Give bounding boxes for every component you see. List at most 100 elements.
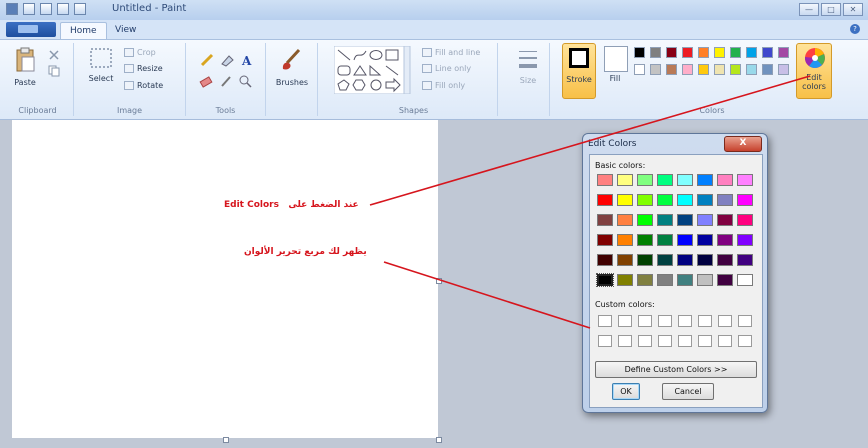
line-only-option[interactable]: Line only <box>422 64 471 73</box>
palette-swatch[interactable] <box>666 64 677 75</box>
dialog-close-button[interactable]: X <box>724 136 762 152</box>
edit-colors-button[interactable]: Edit colors <box>796 43 832 99</box>
custom-color-swatch[interactable] <box>598 335 612 347</box>
palette-swatch[interactable] <box>778 64 789 75</box>
palette-swatch[interactable] <box>714 64 725 75</box>
custom-color-swatch[interactable] <box>598 315 612 327</box>
stroke-button[interactable]: Stroke <box>562 43 596 99</box>
stroke-color-swatch <box>569 48 589 68</box>
size-button[interactable]: Size <box>512 47 544 85</box>
drawing-canvas[interactable] <box>12 120 438 438</box>
fill-only-label: Fill only <box>435 81 466 90</box>
rotate-button[interactable]: Rotate <box>124 81 163 90</box>
save-icon[interactable] <box>23 3 35 15</box>
custom-colors-grid <box>590 155 762 355</box>
custom-color-swatch[interactable] <box>618 315 632 327</box>
fill-button[interactable]: Fill <box>600 43 630 99</box>
dialog-note: يظهر لك مربع تحرير الألوان <box>244 247 367 257</box>
palette-swatch[interactable] <box>762 47 773 58</box>
clipboard-group: Paste Clipboard <box>2 43 74 116</box>
palette-swatch[interactable] <box>666 47 677 58</box>
resize-label: Resize <box>137 64 163 73</box>
paste-button[interactable]: Paste <box>8 47 42 87</box>
application-menu-button[interactable] <box>6 22 56 37</box>
fill-only-icon <box>422 81 432 90</box>
menu-icon <box>18 25 38 33</box>
restore-button[interactable]: □ <box>821 3 841 16</box>
fill-color-swatch <box>604 46 628 72</box>
size-group: Size <box>506 43 550 116</box>
tools-group: A Tools <box>186 43 266 116</box>
custom-color-swatch[interactable] <box>618 335 632 347</box>
resize-handle-corner[interactable] <box>436 437 442 443</box>
palette-swatch[interactable] <box>682 64 693 75</box>
crop-icon <box>124 48 134 57</box>
palette-swatch[interactable] <box>650 47 661 58</box>
tab-home[interactable]: Home <box>60 22 107 39</box>
customize-toolbar-icon[interactable] <box>74 3 86 15</box>
palette-swatch[interactable] <box>682 47 693 58</box>
copy-icon[interactable] <box>48 65 60 77</box>
custom-color-swatch[interactable] <box>698 335 712 347</box>
palette-swatch[interactable] <box>730 64 741 75</box>
minimize-button[interactable]: — <box>799 3 819 16</box>
define-custom-colors-button[interactable]: Define Custom Colors >> <box>595 361 757 378</box>
palette-swatch[interactable] <box>762 64 773 75</box>
brush-icon <box>282 48 301 70</box>
palette-swatch[interactable] <box>634 64 645 75</box>
custom-color-swatch[interactable] <box>738 315 752 327</box>
fill-only-option[interactable]: Fill only <box>422 81 465 90</box>
edit-colors-note-ar: عند الضغط على <box>288 200 359 210</box>
ok-button[interactable]: OK <box>612 383 640 400</box>
resize-handle-right[interactable] <box>436 278 442 284</box>
palette-swatch[interactable] <box>698 47 709 58</box>
tools-group-label: Tools <box>215 106 236 115</box>
custom-color-swatch[interactable] <box>738 335 752 347</box>
fill-label: Fill <box>609 74 621 83</box>
resize-handle-bottom[interactable] <box>223 437 229 443</box>
palette-swatch[interactable] <box>730 47 741 58</box>
custom-color-swatch[interactable] <box>698 315 712 327</box>
colors-group: Stroke Fill Edit colors Colors <box>556 43 868 116</box>
custom-color-swatch[interactable] <box>658 315 672 327</box>
palette-swatch[interactable] <box>634 47 645 58</box>
palette-swatch[interactable] <box>650 64 661 75</box>
shapes-gallery[interactable] <box>334 46 416 94</box>
help-icon[interactable]: ? <box>850 24 860 34</box>
edit-colors-note-en: Edit Colors <box>224 200 279 210</box>
edit-colors-label: Edit colors <box>802 73 826 91</box>
color-palette <box>634 43 794 99</box>
custom-color-swatch[interactable] <box>718 335 732 347</box>
outline-icon <box>422 48 432 57</box>
brushes-button[interactable]: Brushes <box>272 47 312 87</box>
custom-color-swatch[interactable] <box>678 335 692 347</box>
close-button[interactable]: ✕ <box>843 3 863 16</box>
crop-button[interactable]: Crop <box>124 48 156 57</box>
palette-swatch[interactable] <box>714 47 725 58</box>
palette-swatch[interactable] <box>746 64 757 75</box>
cut-icon[interactable] <box>48 49 60 61</box>
undo-icon[interactable] <box>40 3 52 15</box>
cancel-button[interactable]: Cancel <box>662 383 714 400</box>
paste-icon <box>16 47 35 72</box>
resize-button[interactable]: Resize <box>124 64 163 73</box>
edit-colors-note: Edit Colors عند الضغط على <box>224 200 359 210</box>
outline-button[interactable]: Fill and line <box>422 48 480 57</box>
palette-swatch[interactable] <box>778 47 789 58</box>
paint-app-icon[interactable] <box>6 3 18 15</box>
select-button[interactable]: Select <box>84 47 118 83</box>
tab-view[interactable]: View <box>106 22 145 39</box>
custom-color-swatch[interactable] <box>678 315 692 327</box>
custom-color-swatch[interactable] <box>638 315 652 327</box>
redo-icon[interactable] <box>57 3 69 15</box>
dialog-title: Edit Colors <box>588 139 637 149</box>
select-icon <box>90 48 112 68</box>
palette-swatch[interactable] <box>698 64 709 75</box>
ribbon-tabs: Home View ? <box>0 20 868 40</box>
custom-color-swatch[interactable] <box>658 335 672 347</box>
custom-color-swatch[interactable] <box>718 315 732 327</box>
shapes-group-label: Shapes <box>398 106 429 115</box>
custom-color-swatch[interactable] <box>638 335 652 347</box>
palette-swatch[interactable] <box>746 47 757 58</box>
edit-colors-dialog: Edit Colors X Basic colors: Custom color… <box>582 133 768 413</box>
